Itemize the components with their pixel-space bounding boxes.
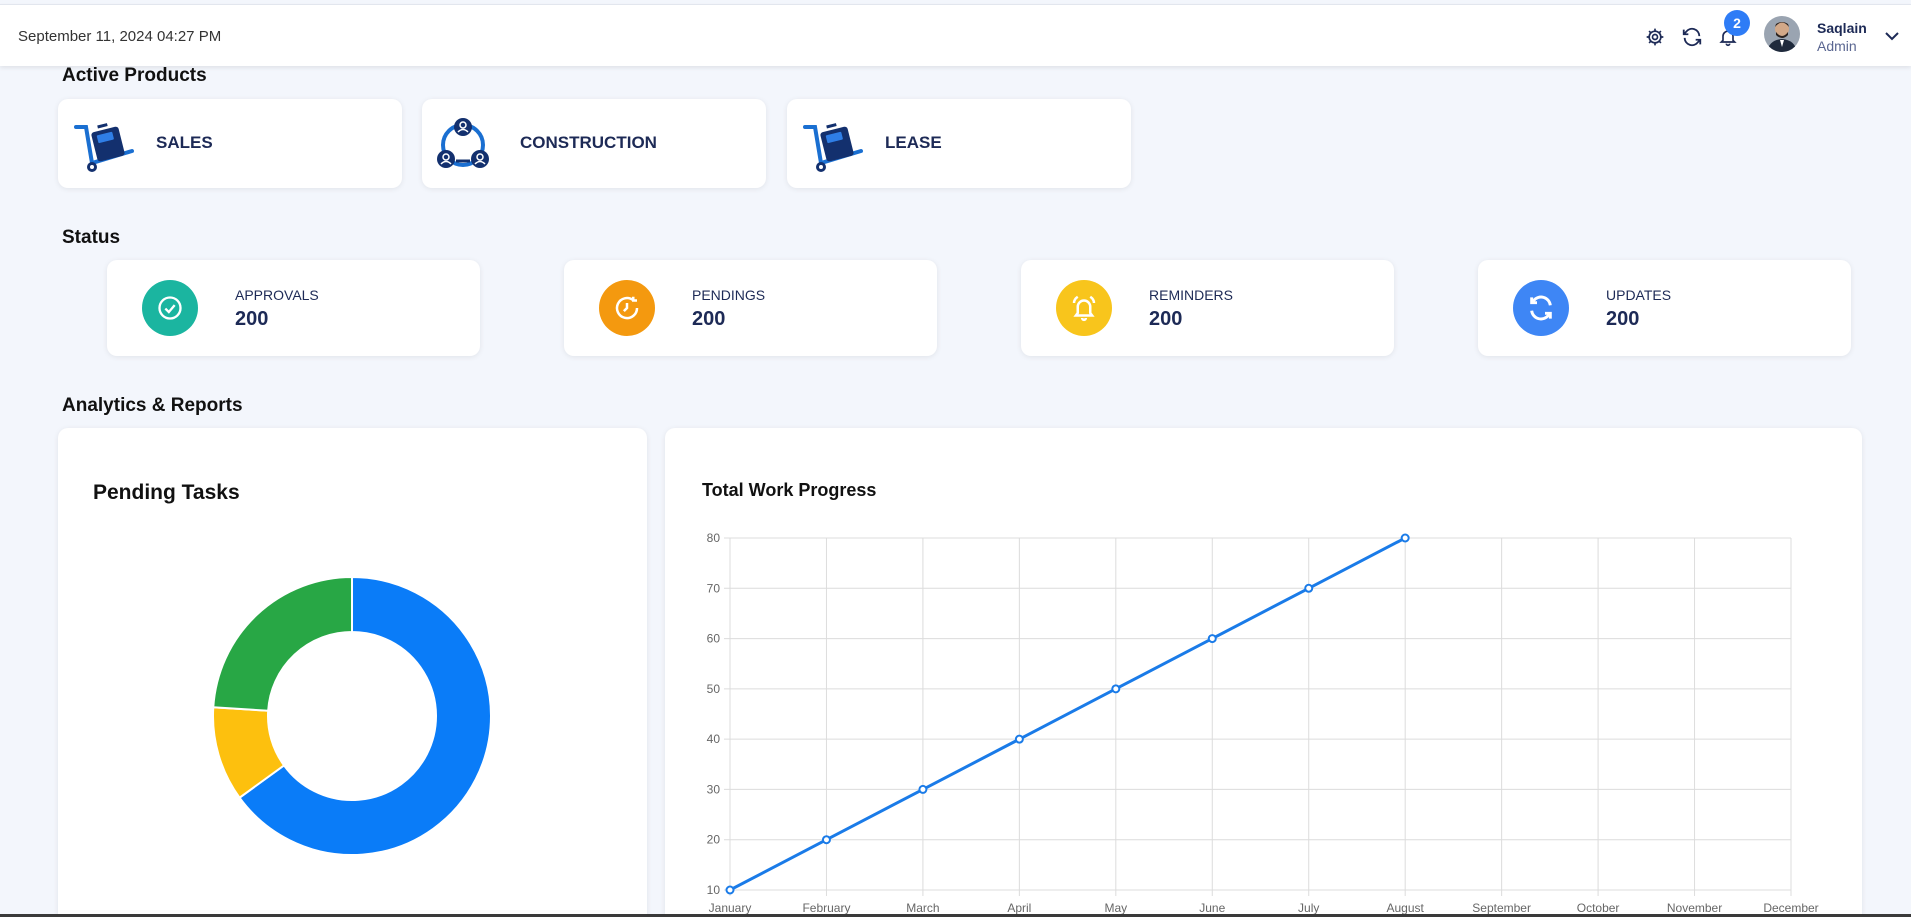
hand-truck-box-icon: [801, 115, 865, 175]
pending-tasks-donut-chart: [212, 575, 492, 856]
pending-tasks-card: Pending Tasks: [58, 428, 647, 917]
y-tick-label: 80: [707, 531, 721, 545]
data-point[interactable]: [1014, 734, 1024, 744]
data-point[interactable]: [1304, 583, 1314, 593]
x-tick-label: July: [1298, 901, 1319, 915]
top-bar: September 11, 2024 04:27 PM 2 Saqlain Ad…: [0, 4, 1911, 66]
x-tick-label: February: [802, 901, 850, 915]
x-tick-label: December: [1763, 901, 1818, 915]
status-card-reminders[interactable]: REMINDERS 200: [1021, 260, 1394, 356]
status-card-approvals[interactable]: APPROVALS 200: [107, 260, 480, 356]
status-label: REMINDERS: [1149, 287, 1234, 303]
sync-icon: [1513, 280, 1569, 336]
donut-slice[interactable]: [212, 575, 353, 712]
x-tick-label: November: [1667, 901, 1722, 915]
product-label: CONSTRUCTION: [520, 133, 657, 152]
x-tick-label: January: [709, 901, 752, 915]
x-tick-label: April: [1007, 901, 1031, 915]
product-card-construction[interactable]: CONSTRUCTION: [422, 99, 766, 188]
status-value: 200: [692, 308, 726, 330]
current-datetime: September 11, 2024 04:27 PM: [18, 28, 222, 45]
clock-refresh-icon: [599, 280, 655, 336]
refresh-icon[interactable]: [1678, 23, 1706, 51]
data-point[interactable]: [1400, 533, 1410, 543]
status-value: 200: [1606, 308, 1640, 330]
data-point[interactable]: [1111, 684, 1121, 694]
status-value: 200: [1149, 308, 1183, 330]
data-point[interactable]: [821, 835, 831, 845]
series-line: [729, 536, 1406, 892]
y-tick-label: 30: [707, 782, 721, 796]
data-point[interactable]: [1207, 634, 1217, 644]
status-card-pendings[interactable]: PENDINGS 200: [564, 260, 937, 356]
x-tick-label: March: [906, 901, 939, 915]
user-role: Admin: [1817, 38, 1857, 54]
x-tick-label: May: [1104, 901, 1127, 915]
status-label: UPDATES: [1606, 287, 1672, 303]
product-label: SALES: [156, 133, 213, 152]
product-label: LEASE: [885, 133, 942, 152]
status-value: 200: [235, 308, 269, 330]
x-tick-label: October: [1577, 901, 1620, 915]
data-point[interactable]: [725, 885, 735, 895]
product-card-sales[interactable]: SALES: [58, 99, 402, 188]
notification-badge[interactable]: 2: [1724, 10, 1750, 36]
status-card-updates[interactable]: UPDATES 200: [1478, 260, 1851, 356]
x-tick-label: September: [1472, 901, 1531, 915]
check-circle-icon: [142, 280, 198, 336]
chevron-down-icon[interactable]: [1884, 29, 1900, 47]
section-title-status: Status: [62, 227, 121, 248]
work-progress-line-chart: 10 20 30 40 50 60 70 80 January February March Apri…: [707, 531, 1819, 915]
gear-icon[interactable]: [1641, 23, 1669, 51]
y-tick-label: 20: [707, 833, 721, 847]
user-name[interactable]: Saqlain: [1817, 20, 1867, 36]
y-tick-label: 60: [707, 632, 721, 646]
section-title-products: Active Products: [62, 65, 207, 86]
product-card-lease[interactable]: LEASE: [787, 99, 1131, 188]
hand-truck-box-icon: [72, 115, 136, 175]
status-label: APPROVALS: [235, 287, 319, 303]
y-tick-label: 40: [707, 732, 721, 746]
section-title-analytics: Analytics & Reports: [62, 395, 243, 416]
y-tick-label: 10: [707, 883, 721, 897]
avatar[interactable]: [1764, 16, 1800, 52]
work-progress-card: Total Work Progress 10 20 30 40 50 60 70 80 Janu…: [665, 428, 1862, 917]
status-label: PENDINGS: [692, 287, 766, 303]
bell-ring-icon: [1056, 280, 1112, 336]
x-tick-label: June: [1199, 901, 1225, 915]
team-network-icon: [436, 115, 500, 175]
data-point[interactable]: [918, 784, 928, 794]
y-tick-label: 50: [707, 682, 721, 696]
y-tick-label: 70: [707, 581, 721, 595]
x-tick-label: August: [1387, 901, 1425, 915]
